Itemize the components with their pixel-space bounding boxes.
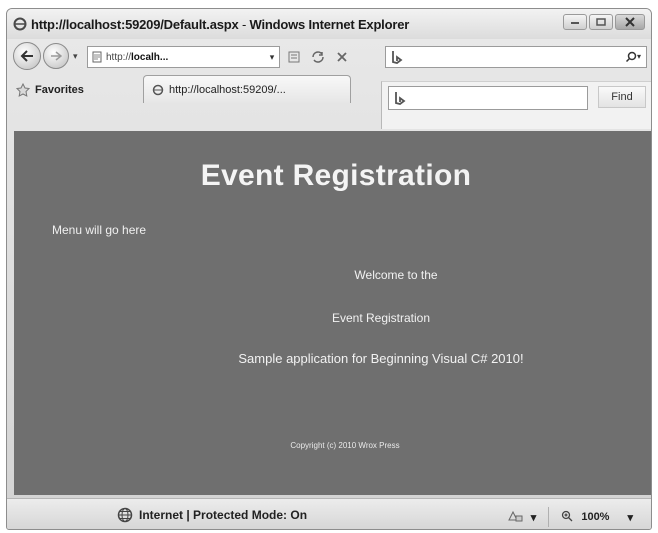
tab-localhost[interactable]: http://localhost:59209/... bbox=[143, 75, 351, 103]
address-bar[interactable]: http://localh... ▾ bbox=[87, 46, 280, 68]
close-icon bbox=[625, 17, 635, 27]
forward-button[interactable] bbox=[43, 43, 69, 69]
status-right-controls: ▾ 100% ▾ bbox=[507, 507, 633, 527]
zoom-level[interactable]: 100% bbox=[581, 511, 609, 523]
tab-label: http://localhost:59209/... bbox=[169, 83, 286, 96]
favorites-button[interactable]: Favorites bbox=[15, 79, 84, 101]
security-zone-label: Internet | Protected Mode: On bbox=[139, 508, 308, 522]
window-title: http://localhost:59209/Default.aspx - Wi… bbox=[31, 16, 410, 32]
maximize-button[interactable] bbox=[589, 14, 613, 30]
forward-arrow-icon bbox=[51, 51, 62, 61]
globe-icon bbox=[117, 507, 133, 523]
search-input[interactable] bbox=[408, 51, 622, 63]
protection-button[interactable] bbox=[507, 510, 523, 525]
address-text[interactable]: http://localh... bbox=[106, 52, 265, 63]
stop-icon[interactable] bbox=[331, 47, 353, 67]
browser-window: http://localhost:59209/Default.aspx - Wi… bbox=[6, 8, 652, 530]
tab-row: Favorites http://localhost:59209/... Fin… bbox=[7, 73, 651, 129]
back-button[interactable] bbox=[13, 42, 41, 70]
search-box[interactable]: ▾ bbox=[385, 46, 647, 68]
title-bar: http://localhost:59209/Default.aspx - Wi… bbox=[7, 9, 651, 39]
find-bar: Find bbox=[381, 81, 651, 129]
svg-text:▾: ▾ bbox=[637, 52, 641, 61]
back-arrow-icon bbox=[20, 50, 33, 62]
welcome-line-1: Welcome to the bbox=[354, 268, 438, 282]
welcome-line-3: Sample application for Beginning Visual … bbox=[238, 351, 524, 366]
bing-find-icon bbox=[395, 92, 406, 105]
minimize-icon bbox=[571, 22, 579, 24]
protection-icon bbox=[507, 510, 523, 521]
compatibility-view-icon[interactable] bbox=[283, 47, 305, 67]
address-dropdown[interactable]: ▾ bbox=[265, 52, 279, 63]
page-icon bbox=[88, 51, 106, 63]
page-title: Event Registration bbox=[200, 159, 472, 192]
status-divider bbox=[548, 507, 550, 527]
window-controls bbox=[563, 14, 645, 30]
page-content: Event Registration Menu will go here Wel… bbox=[14, 131, 651, 495]
ie-logo-icon bbox=[13, 17, 27, 31]
menu-placeholder: Menu will go here bbox=[52, 223, 147, 237]
zoom-dropdown[interactable]: ▾ bbox=[627, 511, 633, 524]
copyright-text: Copyright (c) 2010 Wrox Press bbox=[290, 441, 400, 450]
bing-logo-icon bbox=[386, 50, 408, 64]
minimize-button[interactable] bbox=[563, 14, 587, 30]
security-zone[interactable]: Internet | Protected Mode: On bbox=[117, 507, 307, 523]
zoom-icon bbox=[562, 510, 573, 521]
close-button[interactable] bbox=[615, 14, 645, 30]
zoom-control[interactable] bbox=[561, 510, 573, 525]
status-bar: Internet | Protected Mode: On ▾ 100% ▾ bbox=[7, 498, 651, 529]
refresh-icon[interactable] bbox=[307, 47, 329, 67]
favorites-star-icon bbox=[15, 83, 31, 97]
find-button[interactable]: Find bbox=[598, 86, 646, 108]
search-button[interactable]: ▾ bbox=[622, 51, 646, 63]
favorites-label: Favorites bbox=[35, 84, 84, 96]
welcome-line-2: Event Registration bbox=[331, 311, 431, 325]
navigation-bar: ▾ http://localh... ▾ ▾ bbox=[7, 41, 651, 71]
recent-pages-dropdown[interactable]: ▾ bbox=[73, 51, 78, 62]
tab-page-icon bbox=[152, 84, 164, 95]
search-icon: ▾ bbox=[625, 51, 641, 63]
find-input[interactable] bbox=[388, 86, 588, 110]
protection-dropdown[interactable]: ▾ bbox=[531, 511, 537, 524]
maximize-icon bbox=[596, 18, 606, 26]
